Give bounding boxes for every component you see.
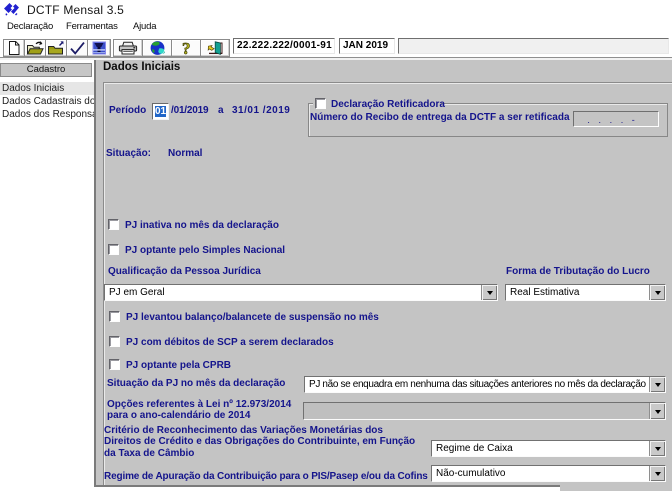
svg-text:?: ? [182, 40, 191, 56]
